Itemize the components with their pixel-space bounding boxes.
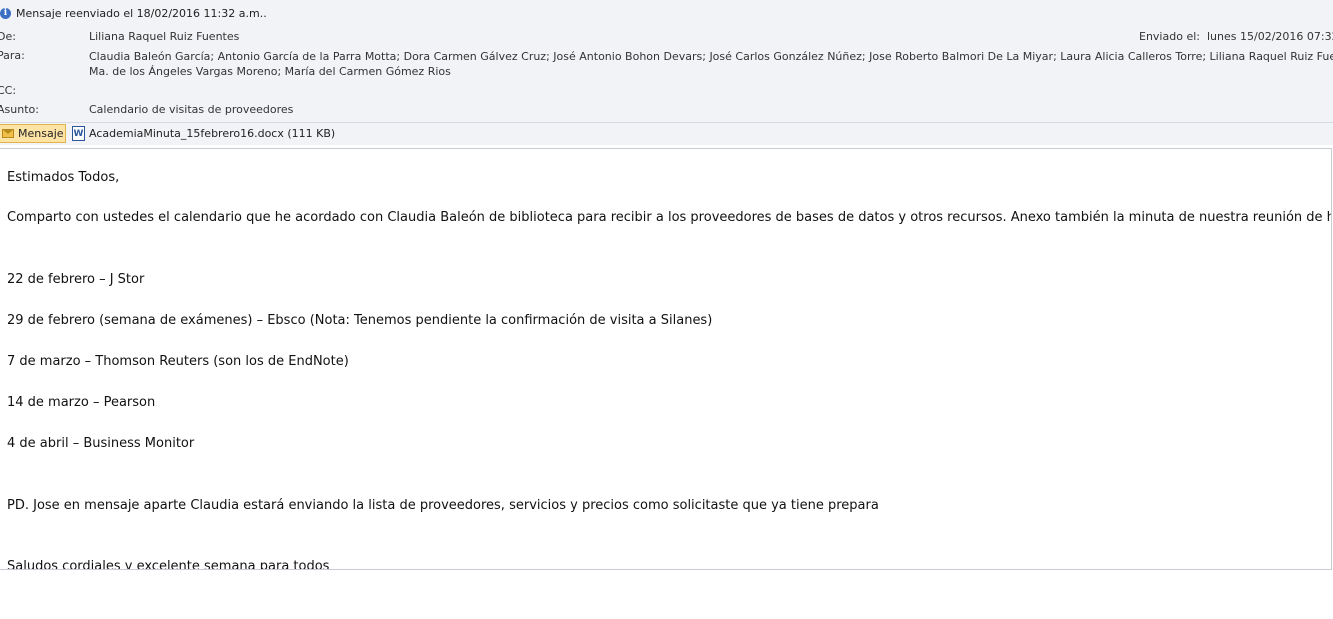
intro-paragraph: Comparto con ustedes el calendario que h…: [7, 210, 1332, 225]
to-label: Para:: [0, 49, 25, 62]
postscript: PD. Jose en mensaje aparte Claudia estar…: [7, 498, 879, 513]
info-icon: i: [0, 7, 11, 19]
sent-value: lunes 15/02/2016 07:32 p: [1207, 30, 1333, 43]
forward-info-bar: i Mensaje reenviado el 18/02/2016 11:32 …: [0, 5, 267, 21]
message-header: i Mensaje reenviado el 18/02/2016 11:32 …: [0, 0, 1333, 122]
message-body[interactable]: Estimados Todos, Comparto con ustedes el…: [0, 148, 1332, 570]
to-recipients-line: Claudia Baleón García; Antonio García de…: [89, 50, 1333, 63]
attachment-docx[interactable]: W AcademiaMinuta_15febrero16.docx (111 K…: [72, 124, 335, 143]
from-value[interactable]: Liliana Raquel Ruiz Fuentes: [89, 30, 239, 43]
cc-label: CC:: [0, 84, 17, 97]
word-document-icon: W: [72, 126, 85, 141]
subject-label: Asunto:: [0, 103, 39, 116]
envelope-icon: [2, 129, 14, 138]
message-tab[interactable]: Mensaje: [0, 124, 66, 143]
attachment-filename: AcademiaMinuta_15febrero16.docx (111 KB): [89, 127, 336, 140]
sent-label: Enviado el:: [1139, 30, 1200, 43]
to-recipients-line: Ma. de los Ángeles Vargas Moreno; María …: [89, 65, 451, 78]
schedule-item: 22 de febrero – J Stor: [7, 272, 145, 287]
message-tab-label: Mensaje: [18, 127, 64, 140]
forward-info-text: Mensaje reenviado el 18/02/2016 11:32 a.…: [16, 6, 267, 20]
schedule-item: 29 de febrero (semana de exámenes) – Ebs…: [7, 313, 713, 328]
attachment-bar: Mensaje W AcademiaMinuta_15febrero16.doc…: [0, 122, 1333, 145]
subject-value: Calendario de visitas de proveedores: [89, 103, 294, 116]
to-recipients[interactable]: Claudia Baleón García; Antonio García de…: [89, 49, 1333, 79]
greeting: Estimados Todos,: [7, 170, 120, 185]
closing: Saludos cordiales y excelente semana par…: [7, 559, 330, 570]
from-label: De:: [0, 30, 16, 43]
schedule-item: 7 de marzo – Thomson Reuters (son los de…: [7, 354, 349, 369]
schedule-item: 4 de abril – Business Monitor: [7, 436, 195, 451]
schedule-item: 14 de marzo – Pearson: [7, 395, 156, 410]
